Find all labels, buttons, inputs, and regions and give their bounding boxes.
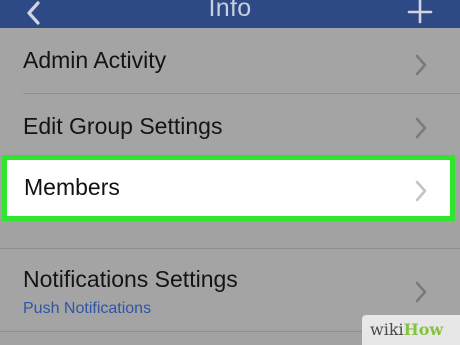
- chevron-right-icon: [415, 117, 427, 139]
- menu-item-subtitle: Push Notifications: [23, 300, 152, 317]
- menu-item-admin-activity[interactable]: Admin Activity: [0, 28, 460, 94]
- menu-item-label: Notifications Settings: [23, 266, 238, 292]
- chevron-right-icon: [415, 180, 427, 202]
- plus-icon[interactable]: [406, 0, 434, 28]
- wikihow-watermark: wikiHow: [362, 315, 460, 345]
- chevron-right-icon: [415, 54, 427, 76]
- nav-bar: Info: [0, 0, 460, 28]
- page-title: Info: [208, 0, 252, 22]
- menu-item-label: Admin Activity: [23, 47, 167, 73]
- menu-item-label: Edit Group Settings: [23, 113, 223, 139]
- menu-item-edit-group-settings[interactable]: Edit Group Settings: [0, 94, 460, 154]
- chevron-right-icon: [415, 281, 427, 303]
- menu-item-label: Members: [24, 174, 120, 200]
- watermark-how-text: How: [403, 320, 444, 339]
- watermark-wiki-text: wiki: [370, 320, 404, 339]
- menu-item-members[interactable]: Members: [2, 155, 455, 221]
